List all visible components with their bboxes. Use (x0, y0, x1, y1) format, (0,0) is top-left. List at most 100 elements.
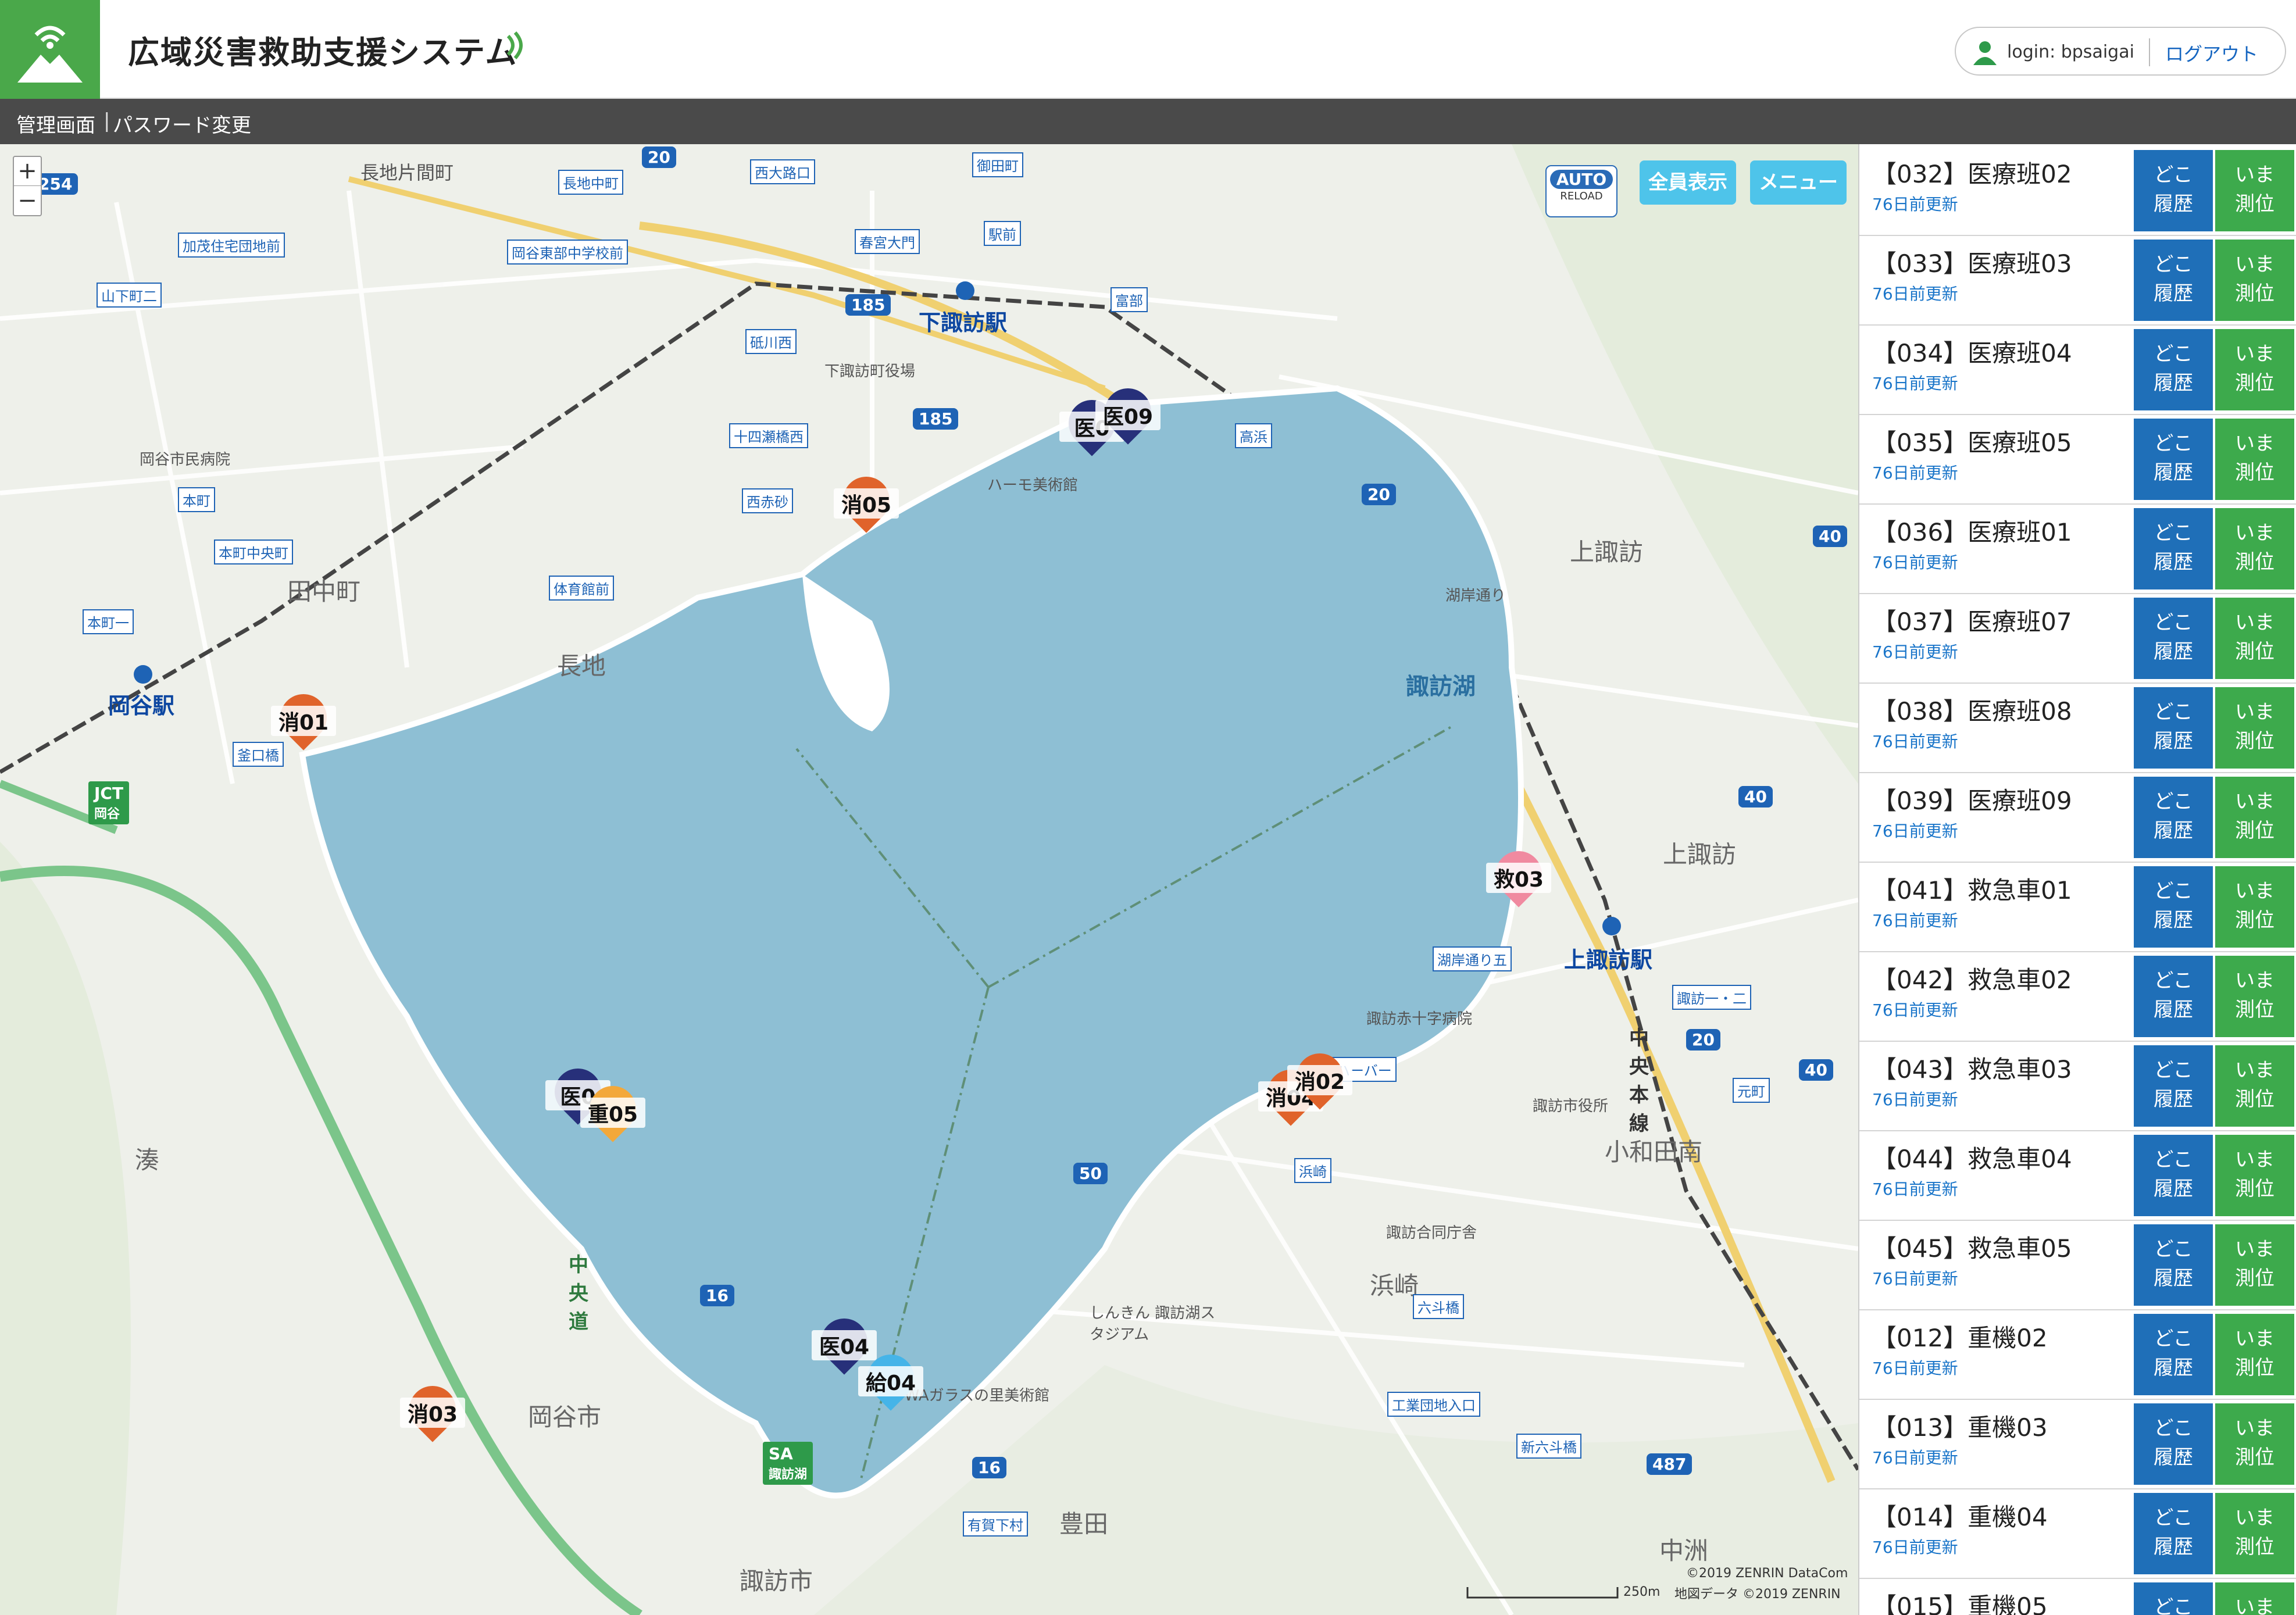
unit-row: 【012】重機02 76日前更新 どこ 履歴 いま 測位 (1859, 1310, 2296, 1400)
unit-row: 【036】医療班01 76日前更新 どこ 履歴 いま 測位 (1859, 505, 2296, 594)
locate-now-button[interactable]: いま 測位 (2215, 1403, 2294, 1485)
history-button[interactable]: どこ 履歴 (2134, 1314, 2213, 1395)
shimosuwa-station-label: 下諏訪駅 (919, 310, 1008, 335)
history-button[interactable]: どこ 履歴 (2134, 240, 2213, 321)
locate-now-button[interactable]: いま 測位 (2215, 1135, 2294, 1216)
kamisuwa-station-label: 上諏訪駅 (1564, 947, 1653, 973)
locate-now-button[interactable]: いま 測位 (2215, 956, 2294, 1037)
unit-row: 【044】救急車04 76日前更新 どこ 履歴 いま 測位 (1859, 1131, 2296, 1221)
locate-now-button[interactable]: いま 測位 (2215, 419, 2294, 500)
history-button[interactable]: どこ 履歴 (2134, 777, 2213, 858)
locate-now-button[interactable]: いま 測位 (2215, 866, 2294, 948)
locate-now-button[interactable]: いま 測位 (2215, 687, 2294, 769)
unit-row: 【039】医療班09 76日前更新 どこ 履歴 いま 測位 (1859, 773, 2296, 863)
locate-now-button[interactable]: いま 測位 (2215, 240, 2294, 321)
auto-label: AUTO (1550, 170, 1613, 189)
tanaka-label: 田中町 (287, 577, 361, 606)
app-logo[interactable] (0, 0, 100, 99)
history-button[interactable]: どこ 履歴 (2134, 598, 2213, 679)
unit-name: 【035】医療班05 (1872, 428, 2072, 457)
unit-marker[interactable]: 重05 (580, 1076, 646, 1146)
auto-reload-button[interactable]: AUTO RELOAD (1545, 165, 1617, 217)
stadium-label: しんきん 諏訪湖スタジアム (1090, 1305, 1216, 1344)
zoom-in-button[interactable]: + (14, 157, 41, 186)
unit-marker[interactable]: 消05 (833, 467, 899, 537)
intersection-sign: 体育館前 (549, 576, 614, 601)
intersection-sign: 有賀下村 (963, 1512, 1028, 1537)
unit-marker[interactable]: 消02 (1287, 1044, 1353, 1114)
locate-now-button[interactable]: いま 測位 (2215, 1045, 2294, 1127)
unit-list-panel[interactable]: 【032】医療班02 76日前更新 どこ 履歴 いま 測位 【033】医療班03… (1858, 144, 2296, 1615)
locate-now-button[interactable]: いま 測位 (2215, 508, 2294, 589)
intersection-sign: 砥川西 (745, 329, 797, 354)
unit-row: 【038】医療班08 76日前更新 どこ 履歴 いま 測位 (1859, 684, 2296, 773)
unit-name: 【015】重機05 (1872, 1592, 2048, 1615)
history-button[interactable]: どこ 履歴 (2134, 1582, 2213, 1615)
locate-now-button[interactable]: いま 測位 (2215, 777, 2294, 858)
city-hall-label: 諏訪市役所 (1533, 1098, 1609, 1115)
zoom-out-button[interactable]: − (14, 187, 41, 216)
locate-now-button[interactable]: いま 測位 (2215, 1582, 2294, 1615)
unit-marker[interactable]: 救03 (1486, 841, 1552, 912)
route-badge: 40 (1738, 786, 1773, 808)
hospital-label: 岡谷市民病院 (140, 451, 231, 469)
app-header: 広域災害救助支援システム login: bpsaigai ログアウト (0, 0, 2296, 99)
unit-marker[interactable]: 消03 (399, 1376, 466, 1446)
history-button[interactable]: どこ 履歴 (2134, 956, 2213, 1037)
history-button[interactable]: どこ 履歴 (2134, 1135, 2213, 1216)
logout-link[interactable]: ログアウト (2165, 40, 2258, 66)
nav-admin-link[interactable]: 管理画面 (16, 109, 95, 138)
locate-now-button[interactable]: いま 測位 (2215, 598, 2294, 679)
kamisuwa-area-label-2: 上諏訪 (1663, 840, 1737, 869)
route-badge: 185 (913, 408, 959, 430)
history-button[interactable]: どこ 履歴 (2134, 150, 2213, 231)
show-all-button[interactable]: 全員表示 (1640, 160, 1736, 205)
kamisuwa-area-label: 上諏訪 (1570, 538, 1644, 566)
history-button[interactable]: どこ 履歴 (2134, 687, 2213, 769)
unit-name: 【032】医療班02 (1872, 160, 2072, 188)
map-copyright: ©2019 ZENRIN DataCom (1686, 1566, 1848, 1581)
jct-badge: JCT 岡谷 (88, 781, 130, 824)
unit-updated: 76日前更新 (1872, 1180, 1958, 1199)
unit-marker[interactable]: 給04 (858, 1345, 924, 1415)
intersection-sign: 加茂住宅団地前 (178, 233, 285, 258)
nav-password-link[interactable]: パスワード変更 (113, 109, 251, 138)
unit-marker[interactable]: 消01 (270, 684, 337, 755)
unit-name: 【043】救急車03 (1872, 1055, 2072, 1084)
intersection-sign: 本町中央町 (214, 539, 293, 564)
marker-label: 消03 (400, 1398, 465, 1428)
chuo-line-label: 中央本線 (1629, 1027, 1649, 1135)
nagachi-label: 長地 (557, 652, 606, 680)
route-badge: 50 (1073, 1163, 1108, 1184)
unit-updated: 76日前更新 (1872, 195, 1958, 214)
unit-name: 【041】救急車01 (1872, 876, 2072, 905)
history-button[interactable]: どこ 履歴 (2134, 508, 2213, 589)
unit-marker[interactable]: 医09 (1095, 378, 1161, 449)
map-view[interactable]: 下諏訪駅 上諏訪駅 岡谷駅 諏訪湖 岡谷市 諏訪市 下諏訪町役場 上諏訪 上諏訪… (0, 144, 1858, 1615)
locate-now-button[interactable]: いま 測位 (2215, 329, 2294, 410)
history-button[interactable]: どこ 履歴 (2134, 1045, 2213, 1127)
history-button[interactable]: どこ 履歴 (2134, 1224, 2213, 1306)
mountain-logo-icon (17, 26, 83, 83)
history-button[interactable]: どこ 履歴 (2134, 329, 2213, 410)
suwa-city-label: 諏訪市 (740, 1567, 813, 1595)
intersection-sign: 富部 (1110, 287, 1148, 312)
intersection-sign: 元町 (1733, 1078, 1770, 1103)
history-button[interactable]: どこ 履歴 (2134, 1403, 2213, 1485)
intersection-sign: 本町 (178, 487, 215, 512)
locate-now-button[interactable]: いま 測位 (2215, 1314, 2294, 1395)
unit-row: 【045】救急車05 76日前更新 どこ 履歴 いま 測位 (1859, 1221, 2296, 1310)
locate-now-button[interactable]: いま 測位 (2215, 1493, 2294, 1574)
unit-row: 【037】医療班07 76日前更新 どこ 履歴 いま 測位 (1859, 594, 2296, 684)
intersection-sign: 高浜 (1235, 423, 1272, 448)
menu-button[interactable]: メニュー (1750, 160, 1847, 205)
intersection-sign: 駅前 (984, 221, 1021, 246)
history-button[interactable]: どこ 履歴 (2134, 419, 2213, 500)
unit-name: 【038】医療班08 (1872, 697, 2072, 726)
locate-now-button[interactable]: いま 測位 (2215, 1224, 2294, 1306)
history-button[interactable]: どこ 履歴 (2134, 1493, 2213, 1574)
marker-label: 消02 (1287, 1065, 1352, 1095)
history-button[interactable]: どこ 履歴 (2134, 866, 2213, 948)
jct-sub-label: 岡谷 (94, 807, 120, 821)
locate-now-button[interactable]: いま 測位 (2215, 150, 2294, 231)
